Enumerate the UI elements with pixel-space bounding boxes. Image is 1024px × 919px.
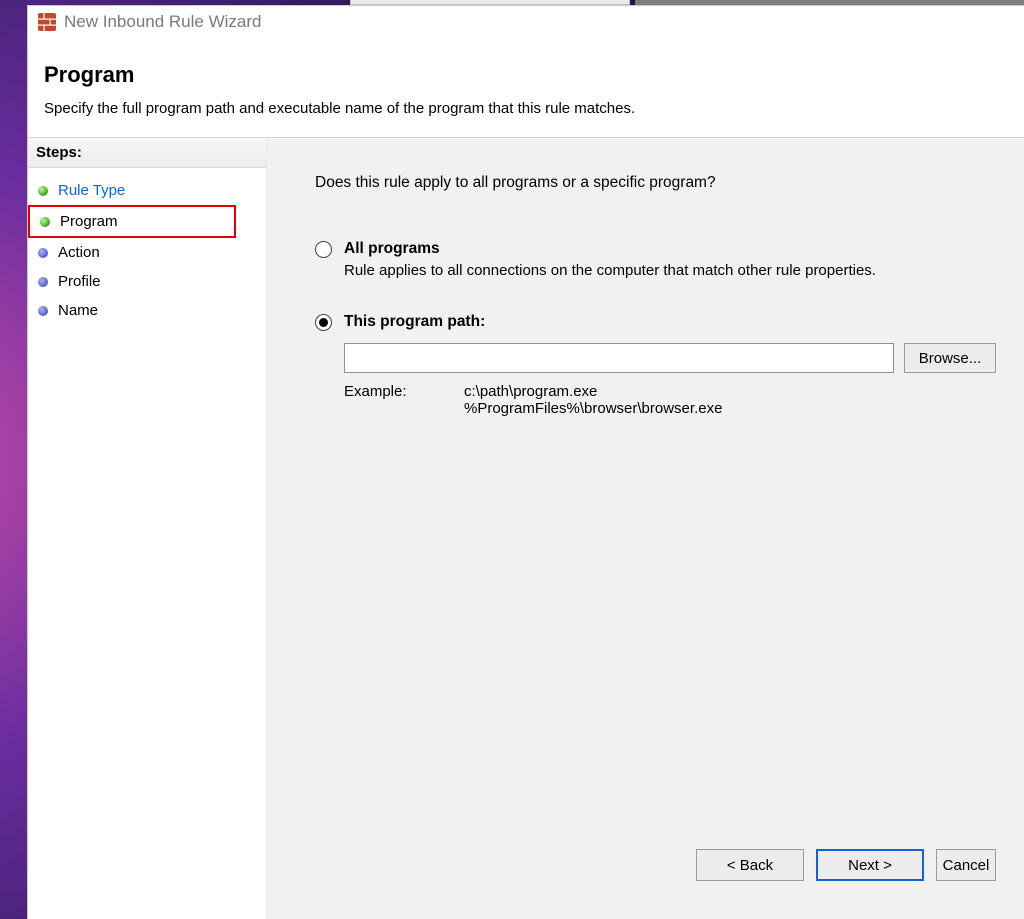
step-label: Rule Type bbox=[58, 182, 125, 199]
step-rule-type[interactable]: Rule Type bbox=[28, 176, 266, 205]
main-content: Does this rule apply to all programs or … bbox=[267, 138, 1024, 919]
step-program[interactable]: Program bbox=[28, 205, 236, 238]
window-title: New Inbound Rule Wizard bbox=[64, 12, 261, 32]
step-label: Name bbox=[58, 302, 98, 319]
radio-this-program-path[interactable] bbox=[315, 314, 332, 331]
next-button[interactable]: Next > bbox=[816, 849, 924, 881]
radio-all-programs[interactable] bbox=[315, 241, 332, 258]
program-path-input[interactable] bbox=[344, 343, 894, 373]
cancel-button[interactable]: Cancel bbox=[936, 849, 996, 881]
example-row: Example: c:\path\program.exe %ProgramFil… bbox=[344, 383, 996, 417]
step-bullet-icon bbox=[40, 217, 50, 227]
step-bullet-icon bbox=[38, 306, 48, 316]
back-button[interactable]: < Back bbox=[696, 849, 804, 881]
step-bullet-icon bbox=[38, 277, 48, 287]
step-profile[interactable]: Profile bbox=[28, 267, 266, 296]
page-description: Specify the full program path and execut… bbox=[44, 100, 1024, 117]
option-title: All programs bbox=[344, 240, 440, 258]
step-label: Profile bbox=[58, 273, 101, 290]
step-bullet-icon bbox=[38, 248, 48, 258]
example-label: Example: bbox=[344, 383, 414, 417]
wizard-footer-buttons: < Back Next > Cancel bbox=[315, 849, 996, 899]
option-title: This program path: bbox=[344, 313, 485, 331]
desktop-background: New Inbound Rule Wizard Program Specify … bbox=[0, 0, 1024, 919]
option-program-path: This program path: Browse... Example: c:… bbox=[315, 313, 996, 417]
step-action[interactable]: Action bbox=[28, 238, 266, 267]
wizard-window: New Inbound Rule Wizard Program Specify … bbox=[27, 5, 1024, 919]
question-text: Does this rule apply to all programs or … bbox=[315, 174, 996, 192]
firewall-icon bbox=[38, 13, 56, 31]
option-all-programs: All programs Rule applies to all connect… bbox=[315, 240, 996, 279]
steps-list: Rule Type Program Action Profile bbox=[28, 168, 266, 325]
step-name[interactable]: Name bbox=[28, 296, 266, 325]
steps-header: Steps: bbox=[28, 138, 266, 168]
steps-panel: Steps: Rule Type Program Action bbox=[28, 138, 267, 919]
option-description: Rule applies to all connections on the c… bbox=[344, 262, 996, 279]
step-label: Program bbox=[60, 213, 118, 230]
step-label: Action bbox=[58, 244, 100, 261]
step-bullet-icon bbox=[38, 186, 48, 196]
titlebar: New Inbound Rule Wizard bbox=[28, 6, 1024, 38]
page-title: Program bbox=[44, 62, 1024, 88]
page-header: Program Specify the full program path an… bbox=[28, 38, 1024, 138]
example-values: c:\path\program.exe %ProgramFiles%\brows… bbox=[464, 383, 722, 417]
browse-button[interactable]: Browse... bbox=[904, 343, 996, 373]
